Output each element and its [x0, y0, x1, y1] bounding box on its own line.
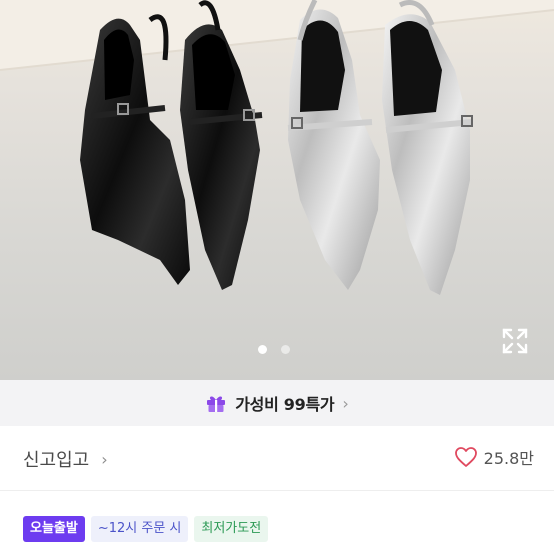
- silver-shoe-right: [382, 0, 473, 296]
- badge-today-ship: 오늘출발: [23, 516, 85, 542]
- promo-banner[interactable]: 가성비 99특가 ›: [0, 380, 554, 426]
- brand-row: 신고입고 › 25.8만: [0, 426, 554, 490]
- carousel-indicator: [258, 345, 290, 354]
- brand-name: 신고입고: [23, 450, 90, 471]
- chevron-right-icon: ›: [342, 393, 349, 413]
- chevron-right-icon: ›: [101, 449, 108, 469]
- gift-icon: [207, 396, 226, 412]
- promo-label: 가성비 99특가: [235, 395, 335, 414]
- badge-order-cutoff: ~12시 주문 시: [90, 516, 189, 542]
- expand-icon[interactable]: [501, 327, 529, 355]
- carousel-dot-2[interactable]: [281, 345, 290, 354]
- product-photo-shoes: [0, 0, 554, 296]
- brand-link[interactable]: 신고입고 ›: [23, 446, 108, 472]
- divider: [0, 490, 554, 491]
- like-count: 25.8만: [483, 449, 534, 468]
- like-button[interactable]: 25.8만: [454, 445, 534, 469]
- black-shoe-left: [80, 14, 190, 285]
- carousel-dot-1[interactable]: [258, 345, 267, 354]
- badge-lowest-price: 최저가도전: [194, 516, 269, 542]
- silver-shoe-left: [287, 0, 380, 290]
- product-image[interactable]: [0, 0, 554, 380]
- badge-list: 오늘출발 ~12시 주문 시 최저가도전: [23, 516, 274, 542]
- black-shoe-right: [180, 0, 263, 290]
- heart-outline-icon: [454, 447, 477, 467]
